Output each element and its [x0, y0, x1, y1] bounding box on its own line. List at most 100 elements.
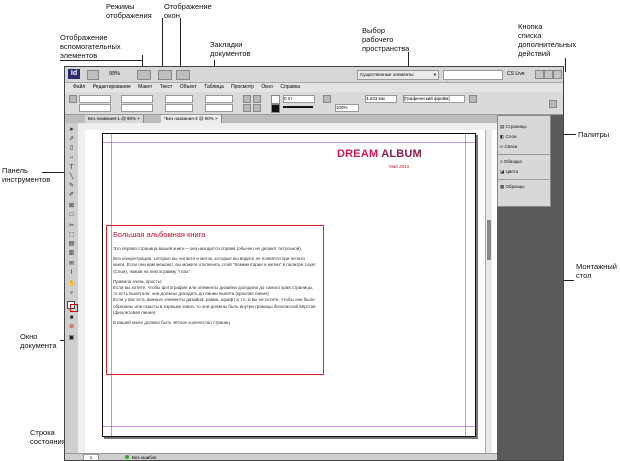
minimize-button[interactable]	[535, 70, 544, 79]
stroke-icon: ≡	[500, 159, 503, 164]
app-logo: Id	[68, 69, 80, 79]
bridge-button[interactable]	[87, 70, 99, 80]
select-content-icon[interactable]	[253, 104, 261, 112]
object-style-field[interactable]: [Графический фрейм]	[403, 95, 465, 103]
close-icon[interactable]: ×	[215, 116, 218, 121]
indesign-window: Id 99% Существенные элементы▾ ⌕ CS Live …	[64, 66, 564, 461]
scissors-tool-icon[interactable]: ✂	[68, 223, 75, 229]
screen-mode-button[interactable]	[158, 70, 172, 80]
tab-document-1[interactable]: Без названия-1 @ 90% ×	[85, 115, 144, 123]
scrollbar-thumb[interactable]	[487, 220, 491, 260]
pasteboard[interactable]: DREAM ALBUM Май 2010 Большая альбомная к…	[85, 130, 497, 453]
panel-layers[interactable]: ◧ Слои	[500, 134, 516, 140]
flip-icon[interactable]	[253, 95, 261, 103]
zoom-level[interactable]: 99%	[109, 69, 120, 79]
cs-live-button[interactable]: CS Live	[507, 69, 525, 79]
rotate-field[interactable]	[205, 95, 233, 103]
wrap-icon[interactable]	[469, 95, 477, 103]
close-icon[interactable]: ×	[137, 116, 140, 121]
paragraph: Вся концентрация, которые вы читаете и м…	[113, 256, 316, 274]
stroke-swatch[interactable]	[271, 104, 280, 113]
menu-layout[interactable]: Макет	[138, 84, 152, 90]
view-mode-icon[interactable]: ▣	[68, 335, 75, 341]
opacity-field[interactable]: 100%	[335, 104, 359, 112]
stroke-type-line[interactable]	[283, 106, 313, 108]
document-tabs: Без названия-1 @ 90% × *Без названия-2 @…	[65, 115, 497, 123]
panel-stroke[interactable]: ≡ Обводка	[500, 159, 522, 165]
heading: Большая альбомная книга	[113, 230, 206, 239]
layers-icon: ◧	[500, 134, 505, 139]
maximize-button[interactable]	[544, 70, 553, 79]
free-transform-tool-icon[interactable]: ⬚	[68, 232, 75, 238]
menu-table[interactable]: Таблица	[204, 84, 224, 90]
vertical-scrollbar[interactable]	[485, 130, 492, 453]
callout-pasteboard: Монтажный стол	[576, 262, 617, 280]
rotate-icon[interactable]	[243, 95, 251, 103]
hand-tool-icon[interactable]: ✋	[68, 281, 75, 287]
view-options-button[interactable]	[137, 70, 151, 80]
gradient-feather-tool-icon[interactable]: ▥	[68, 250, 75, 256]
eyedropper-tool-icon[interactable]: ⌇	[68, 270, 75, 276]
workspace-switcher[interactable]: Существенные элементы ▾	[357, 70, 439, 80]
note-tool-icon[interactable]: ✉	[68, 261, 75, 267]
gradient-tool-icon[interactable]: ▤	[68, 241, 75, 247]
margin-guide-right	[465, 134, 466, 436]
offset-field[interactable]: 4,233 мм	[365, 95, 397, 103]
preflight-status-text[interactable]: Без ошибок	[132, 454, 156, 460]
x-field[interactable]	[79, 95, 111, 103]
control-panel: 0 пт 100% 4,233 мм [Графический фрейм]	[65, 92, 563, 115]
stroke-color-icon[interactable]	[70, 304, 78, 312]
pen-tool-icon[interactable]: ✎	[68, 183, 75, 189]
rectangle-tool-icon[interactable]: □	[68, 212, 75, 218]
callout-status: Строка состояния	[30, 428, 66, 446]
menu-window[interactable]: Окно	[261, 84, 273, 90]
shear-field[interactable]	[205, 104, 233, 112]
menu-object[interactable]: Объект	[180, 84, 197, 90]
menu-file[interactable]: Файл	[73, 84, 85, 90]
panel-links[interactable]: ∞ Связи	[500, 144, 517, 150]
fx-icon[interactable]	[323, 95, 331, 103]
gap-tool-icon[interactable]: ↔	[68, 154, 75, 160]
select-container-icon[interactable]	[243, 104, 251, 112]
menu-type[interactable]: Текст	[160, 84, 173, 90]
callout-palettes: Палитры	[578, 130, 610, 139]
y-field[interactable]	[79, 104, 111, 112]
search-input[interactable]: ⌕	[443, 70, 503, 86]
panel-divider	[498, 179, 550, 180]
tab-document-2[interactable]: *Без названия-2 @ 90% ×	[161, 115, 222, 123]
height-field[interactable]	[121, 104, 153, 112]
page-tool-icon[interactable]: ▯	[68, 145, 75, 151]
scale-y-field[interactable]	[165, 104, 193, 112]
close-button[interactable]	[553, 70, 562, 79]
callout-helpers: Отображение вспомогательных элементов	[60, 33, 121, 60]
line-tool-icon[interactable]: ╲	[68, 174, 75, 180]
menu-edit[interactable]: Редактирование	[93, 84, 131, 90]
type-tool-icon[interactable]: T	[68, 165, 75, 171]
panel-samples[interactable]: ▦ Образцы	[500, 184, 524, 190]
selection-tool-icon[interactable]: ➤	[68, 127, 75, 133]
callout-workspace: Выбор рабочего пространства	[362, 26, 410, 53]
fill-swatch[interactable]	[271, 95, 280, 104]
stroke-weight-field[interactable]: 0 пт	[283, 95, 315, 103]
panel-swatches[interactable]: ◪ Цвета	[500, 169, 518, 175]
arrange-documents-button[interactable]	[176, 70, 190, 80]
panel-menu-icon[interactable]	[549, 100, 557, 108]
paragraph: В вашей книге должно быть чётное количес…	[113, 320, 230, 326]
apply-color-icon[interactable]: ■	[68, 315, 75, 321]
rectangle-frame-tool-icon[interactable]: ⊠	[68, 203, 75, 209]
samples-icon: ▦	[500, 184, 505, 189]
scale-x-field[interactable]	[165, 95, 193, 103]
menu-view[interactable]: Просмотр	[231, 84, 254, 90]
paragraph: Это первая страница вашей книги – она на…	[113, 246, 303, 251]
direct-selection-tool-icon[interactable]: ⇗	[68, 136, 75, 142]
width-field[interactable]	[121, 95, 153, 103]
menu-help[interactable]: Справка	[280, 84, 300, 90]
panel-pages[interactable]: ▤ Страницы	[500, 124, 527, 130]
zoom-tool-icon[interactable]: ⌕	[68, 290, 75, 296]
apply-none-icon[interactable]: ⊘	[68, 324, 75, 330]
page-number-field[interactable]: 1	[83, 454, 99, 460]
reference-point-icon[interactable]	[69, 95, 77, 103]
document-page[interactable]: DREAM ALBUM Май 2010 Большая альбомная к…	[102, 133, 476, 437]
pencil-tool-icon[interactable]: ✐	[68, 192, 75, 198]
text-frame[interactable]: Большая альбомная книга Это первая стран…	[106, 225, 324, 375]
